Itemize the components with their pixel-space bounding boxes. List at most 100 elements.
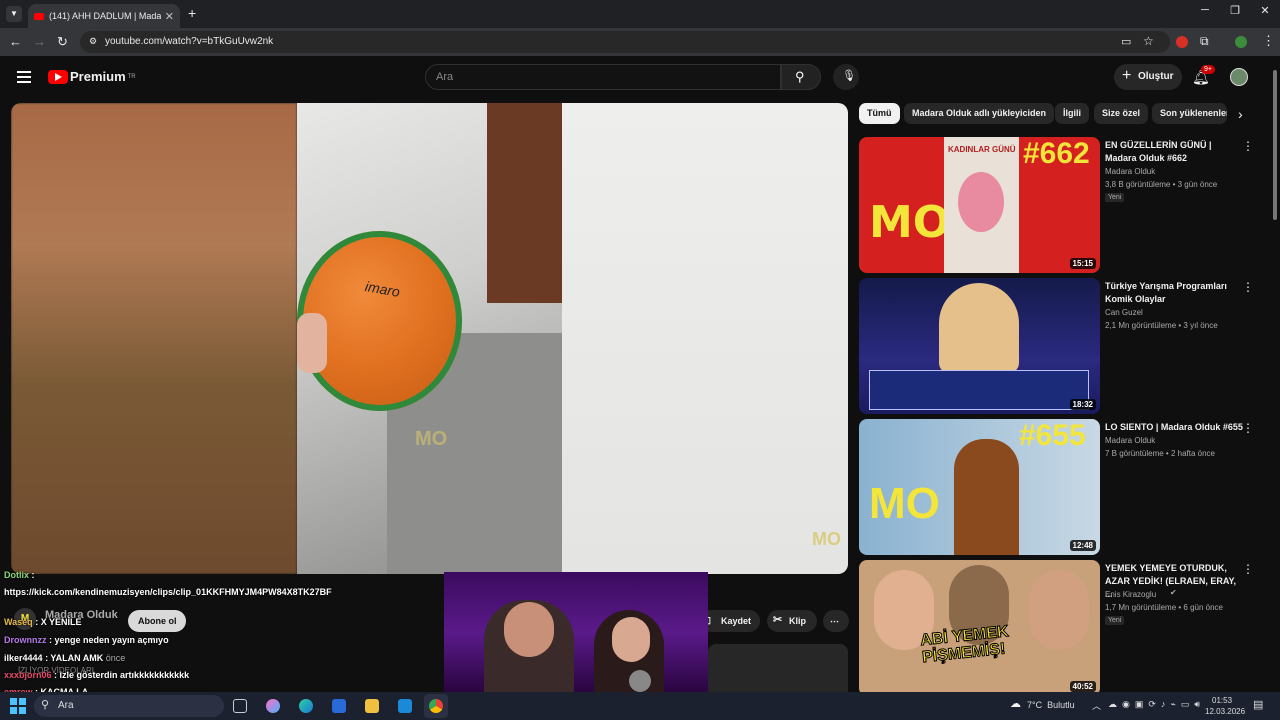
search-icon: ⚲	[41, 699, 50, 711]
video-thumbnail[interactable]: MO KADINLAR GÜNÜ #662 15:15	[859, 137, 1100, 273]
channel-name[interactable]: Madara Olduk	[1105, 167, 1155, 176]
extension-red-icon[interactable]	[1176, 36, 1188, 48]
video-thumbnail[interactable]: ABİ YEMEK PİŞMEMİŞ! 40:52	[859, 560, 1100, 696]
channel-name[interactable]: Enis Kirazoglu	[1105, 590, 1156, 599]
reload-icon[interactable]: ↻	[57, 34, 68, 50]
forward-icon[interactable]: →	[33, 34, 46, 49]
more-actions-button[interactable]: ⋯	[823, 610, 849, 632]
mail-icon[interactable]	[398, 699, 412, 713]
poster-roses	[958, 172, 1004, 232]
bookmark-star-icon[interactable]: ☆	[1143, 34, 1154, 48]
clock-time[interactable]: 01:53	[1212, 696, 1232, 705]
task-view-icon[interactable]	[233, 699, 247, 713]
video-title[interactable]: LO SIENTO | Madara Olduk #655	[1105, 421, 1243, 434]
chat-user: ilker4444	[4, 653, 43, 663]
channel-name[interactable]: Madara Olduk	[1105, 436, 1155, 445]
duration-badge: 15:15	[1069, 258, 1096, 269]
notification-center-icon[interactable]: ▤	[1253, 698, 1263, 711]
page-scrollbar[interactable]	[1271, 60, 1279, 692]
url-field[interactable]: ⚙ youtube.com/watch?v=bTkGuUvw2nk	[80, 31, 1170, 53]
video-title[interactable]: EN GÜZELLERİN GÜNÜ | Madara Olduk #662	[1105, 139, 1243, 165]
clock-date[interactable]: 12.03.2026	[1205, 707, 1245, 716]
tab-list-button[interactable]: ▼	[6, 6, 22, 22]
voice-search-button[interactable]: 🎙	[833, 64, 859, 90]
thumb-person	[939, 283, 1019, 373]
chip-for-you[interactable]: Size özel	[1094, 103, 1149, 124]
video-thumbnail[interactable]: 18:32	[859, 278, 1100, 414]
chips-next-icon[interactable]: ›	[1238, 106, 1243, 122]
chat-user: Dotlix	[4, 570, 30, 580]
copilot-icon[interactable]	[266, 699, 280, 713]
clip-button[interactable]: ✂ Klip	[767, 610, 817, 632]
thumb-chicken	[954, 439, 1019, 555]
taskbar-search[interactable]: ⚲ Ara	[34, 695, 224, 717]
microphone	[629, 670, 651, 692]
center-camera-panel: imaro MO	[297, 103, 562, 574]
stream-chat-overlay: Dotlix : https://kick.com/kendinemuzisye…	[0, 568, 342, 697]
extensions-puzzle-icon[interactable]: ⧉	[1200, 34, 1209, 49]
cast-icon[interactable]: ▭	[1121, 35, 1131, 48]
new-tab-button[interactable]: +	[188, 5, 196, 21]
restore-button[interactable]: ❐	[1220, 4, 1250, 17]
clip-label: Klip	[789, 616, 806, 626]
recommendation-item[interactable]: MO #655 12:48 LO SIENTO | Madara Olduk #…	[859, 419, 1254, 555]
more-options-icon[interactable]: ⋮	[1242, 562, 1254, 576]
recommendation-item[interactable]: ABİ YEMEK PİŞMEMİŞ! 40:52 YEMEK YEMEYE O…	[859, 560, 1254, 696]
video-meta: 7 B görüntüleme • 2 hafta önce	[1105, 449, 1215, 458]
more-options-icon[interactable]: ⋮	[1242, 139, 1254, 153]
search-input[interactable]: Ara	[425, 64, 781, 90]
duration-badge: 40:52	[1069, 681, 1096, 692]
chat-message: xxxbjorn06 : izle gösterdin artıkkkkkkkk…	[4, 670, 189, 680]
channel-name[interactable]: Can Guzel	[1105, 308, 1143, 317]
thumb-poster-text: KADINLAR GÜNÜ	[948, 145, 1016, 154]
chip-related[interactable]: İlgili	[1055, 103, 1089, 124]
chat-message: https://kick.com/kendinemuzisyen/clips/c…	[4, 586, 342, 599]
search-button[interactable]: ⚲	[781, 64, 821, 90]
tab-title: (141) AHH DADLUM | Madara O	[49, 11, 161, 21]
browser-tab-active[interactable]: (141) AHH DADLUM | Madara O ✕	[28, 4, 180, 28]
chat-message: Dotlix :	[4, 570, 35, 580]
account-avatar[interactable]	[1230, 68, 1248, 86]
minimize-button[interactable]: ─	[1190, 4, 1220, 16]
recommendation-item[interactable]: MO KADINLAR GÜNÜ #662 15:15 EN GÜZELLERİ…	[859, 137, 1254, 273]
save-button[interactable]: ▯ Kaydet	[700, 610, 760, 632]
chat-message: Drownnzz : yenge neden yayın açmıyo	[4, 635, 169, 645]
chrome-taskbar-button[interactable]	[424, 694, 448, 718]
description-box[interactable]	[708, 644, 848, 692]
chat-user: Drownnzz	[4, 635, 47, 645]
youtube-logo[interactable]: Premium TR	[48, 69, 136, 84]
edge-icon[interactable]	[299, 699, 313, 713]
menu-hamburger-icon[interactable]	[17, 68, 31, 86]
file-explorer-icon[interactable]	[365, 699, 379, 713]
recommendation-item[interactable]: 18:32 Türkiye Yarışma Programları Komik …	[859, 278, 1254, 414]
video-player[interactable]: imaro MO MO	[11, 103, 848, 574]
chat-text: :	[31, 570, 35, 580]
create-button[interactable]: + Oluştur	[1114, 64, 1182, 90]
site-info-icon[interactable]: ⚙	[89, 36, 97, 47]
chip-all[interactable]: Tümü	[859, 103, 900, 124]
browser-menu-icon[interactable]: ⋮	[1262, 33, 1275, 49]
time-ago: önce	[105, 653, 126, 663]
back-icon[interactable]: ←	[9, 34, 22, 49]
system-tray-icons[interactable]: ☁◉▣⟳♪⌁▭🔊︎	[1108, 699, 1205, 710]
duration-badge: 12:48	[1069, 540, 1096, 551]
video-meta: 2,1 Mn görüntüleme • 3 yıl önce	[1105, 321, 1218, 330]
tab-close-icon[interactable]: ✕	[165, 10, 174, 23]
chat-user: Waseq	[4, 617, 33, 627]
chip-recent[interactable]: Son yüklenenler	[1152, 103, 1227, 124]
close-window-button[interactable]: ✕	[1250, 4, 1280, 17]
more-options-icon[interactable]: ⋮	[1242, 421, 1254, 435]
chip-from-uploader[interactable]: Madara Olduk adlı yükleyiciden	[904, 103, 1055, 124]
profile-icon[interactable]	[1235, 36, 1247, 48]
more-options-icon[interactable]: ⋮	[1242, 280, 1254, 294]
video-title[interactable]: Türkiye Yarışma Programları Komik Olayla…	[1105, 280, 1243, 306]
store-icon[interactable]	[332, 699, 346, 713]
notifications-button[interactable]: 🔔︎ 9+	[1192, 65, 1215, 87]
weather-text[interactable]: 7°C Bulutlu	[1027, 700, 1075, 710]
tray-chevron-icon[interactable]: ︿	[1092, 699, 1101, 712]
chat-text: : X YENİLE	[35, 617, 82, 627]
scrollbar-thumb[interactable]	[1273, 70, 1277, 220]
video-thumbnail[interactable]: MO #655 12:48	[859, 419, 1100, 555]
start-button[interactable]	[10, 698, 26, 714]
taskbar-search-placeholder: Ara	[58, 700, 74, 711]
